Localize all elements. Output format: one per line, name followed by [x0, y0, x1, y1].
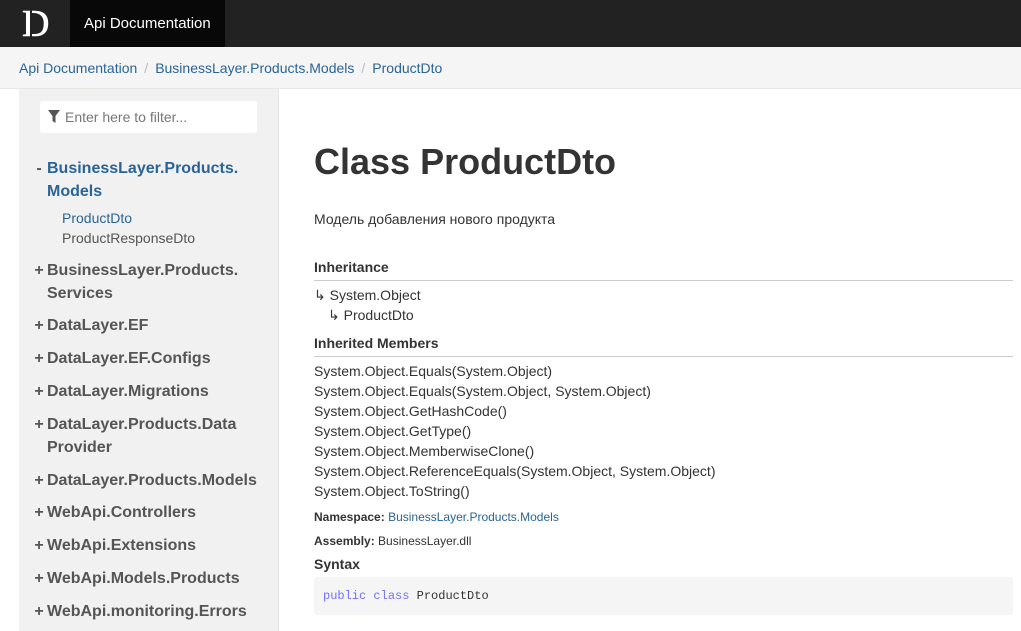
- toc-subitem-productdto[interactable]: ProductDto: [62, 208, 132, 228]
- breadcrumb: Api Documentation / BusinessLayer.Products…: [19, 60, 442, 76]
- toc-item-label[interactable]: BusinessLayer.Products. Services: [47, 259, 257, 305]
- breadcrumb-item-root[interactable]: Api Documentation: [19, 60, 137, 76]
- expand-toggle[interactable]: +: [32, 469, 46, 492]
- inherited-member: System.Object.Equals(System.Object, Syst…: [314, 383, 651, 399]
- filter-input[interactable]: [65, 101, 253, 133]
- toc-item-datalayer-products-dataprovider[interactable]: + DataLayer.Products.Data Provider: [19, 413, 264, 459]
- assembly-value: BusinessLayer.dll: [378, 534, 472, 548]
- toc-item-label[interactable]: DataLayer.Products.Models: [47, 469, 257, 492]
- breadcrumb-separator: /: [144, 60, 149, 76]
- expand-toggle[interactable]: +: [32, 534, 46, 557]
- toc-item-datalayer-migrations[interactable]: + DataLayer.Migrations: [19, 380, 264, 403]
- toc-item-label[interactable]: DataLayer.Migrations: [47, 380, 257, 403]
- expand-toggle[interactable]: +: [32, 600, 46, 623]
- syntax-code-block: public class ProductDto: [314, 577, 1013, 615]
- class-summary: Модель добавления нового продукта: [314, 211, 556, 227]
- breadcrumb-item-class[interactable]: ProductDto: [372, 60, 442, 76]
- expand-toggle[interactable]: +: [32, 413, 46, 436]
- inheritance-item: ↳ System.Object: [314, 287, 421, 303]
- inherited-members-heading: Inherited Members: [314, 335, 1013, 357]
- expand-toggle[interactable]: +: [32, 380, 46, 403]
- toc-item-webapi-monitoring-errors[interactable]: + WebApi.monitoring.Errors: [19, 600, 264, 623]
- expand-toggle[interactable]: +: [32, 314, 46, 337]
- inherited-member: System.Object.ToString(): [314, 483, 470, 499]
- inherited-member: System.Object.ReferenceEquals(System.Obj…: [314, 463, 716, 479]
- inherited-member: System.Object.GetHashCode(): [314, 403, 507, 419]
- collapse-toggle[interactable]: -: [32, 157, 46, 180]
- expand-toggle[interactable]: +: [32, 347, 46, 370]
- inherited-member: System.Object.MemberwiseClone(): [314, 443, 535, 459]
- inheritance-heading: Inheritance: [314, 259, 1013, 281]
- toc-item-label[interactable]: DataLayer.EF.Configs: [47, 347, 257, 370]
- filter-icon: [48, 110, 60, 123]
- assembly-label: Assembly:: [314, 534, 375, 548]
- toc-item-datalayer-ef[interactable]: + DataLayer.EF: [19, 314, 264, 337]
- toc-item-label[interactable]: DataLayer.EF: [47, 314, 257, 337]
- code-keyword: class: [373, 589, 410, 603]
- assembly-info: Assembly: BusinessLayer.dll: [314, 534, 471, 548]
- namespace-label: Namespace:: [314, 510, 385, 524]
- syntax-heading: Syntax: [314, 556, 360, 572]
- toc-item-label[interactable]: WebApi.Controllers: [47, 501, 257, 524]
- page-title: Class ProductDto: [314, 141, 617, 182]
- docfx-logo-icon[interactable]: D: [18, 3, 64, 45]
- filter-box: [40, 101, 257, 133]
- expand-toggle[interactable]: +: [32, 501, 46, 524]
- breadcrumb-separator: /: [361, 60, 366, 76]
- toc-item-webapi-controllers[interactable]: + WebApi.Controllers: [19, 501, 264, 524]
- svg-text:D: D: [22, 3, 49, 45]
- toc-item-label[interactable]: WebApi.Extensions: [47, 534, 257, 557]
- toc-item-label[interactable]: DataLayer.Products.Data Provider: [47, 413, 257, 459]
- toc-item-label[interactable]: WebApi.monitoring.Errors: [47, 600, 257, 623]
- inherited-member: System.Object.Equals(System.Object): [314, 363, 553, 379]
- toc-item-businesslayer-products-services[interactable]: + BusinessLayer.Products. Services: [19, 259, 264, 305]
- namespace-info: Namespace: BusinessLayer.Products.Models: [314, 510, 559, 524]
- inherited-member: System.Object.GetType(): [314, 423, 472, 439]
- toc-item-webapi-models-products[interactable]: + WebApi.Models.Products: [19, 567, 264, 590]
- inheritance-item: ↳ ProductDto: [328, 307, 414, 323]
- toc-item-datalayer-products-models[interactable]: + DataLayer.Products.Models: [19, 469, 264, 492]
- code-keyword: public: [323, 589, 367, 603]
- toc-item-businesslayer-products-models[interactable]: - BusinessLayer.Products. Models: [19, 157, 264, 203]
- code-class-name: ProductDto: [416, 589, 489, 603]
- sidebar-toc: - BusinessLayer.Products.Models ProductD…: [19, 89, 279, 631]
- toc-item-label[interactable]: WebApi.Models.Products: [47, 567, 257, 590]
- breadcrumb-bar: Api Documentation / BusinessLayer.Products…: [0, 47, 1021, 89]
- expand-toggle[interactable]: +: [32, 567, 46, 590]
- breadcrumb-item-namespace[interactable]: BusinessLayer.Products.Models: [155, 60, 354, 76]
- brand-link[interactable]: Api Documentation: [70, 0, 225, 47]
- toc-item-label[interactable]: BusinessLayer.Products. Models: [47, 157, 257, 203]
- toc-item-webapi-extensions[interactable]: + WebApi.Extensions: [19, 534, 264, 557]
- namespace-link[interactable]: BusinessLayer.Products.Models: [388, 510, 559, 524]
- top-navbar: D Api Documentation: [0, 0, 1021, 47]
- toc-subitem-productresponsedto[interactable]: ProductResponseDto: [62, 228, 195, 248]
- toc-item-datalayer-ef-configs[interactable]: + DataLayer.EF.Configs: [19, 347, 264, 370]
- expand-toggle[interactable]: +: [32, 259, 46, 282]
